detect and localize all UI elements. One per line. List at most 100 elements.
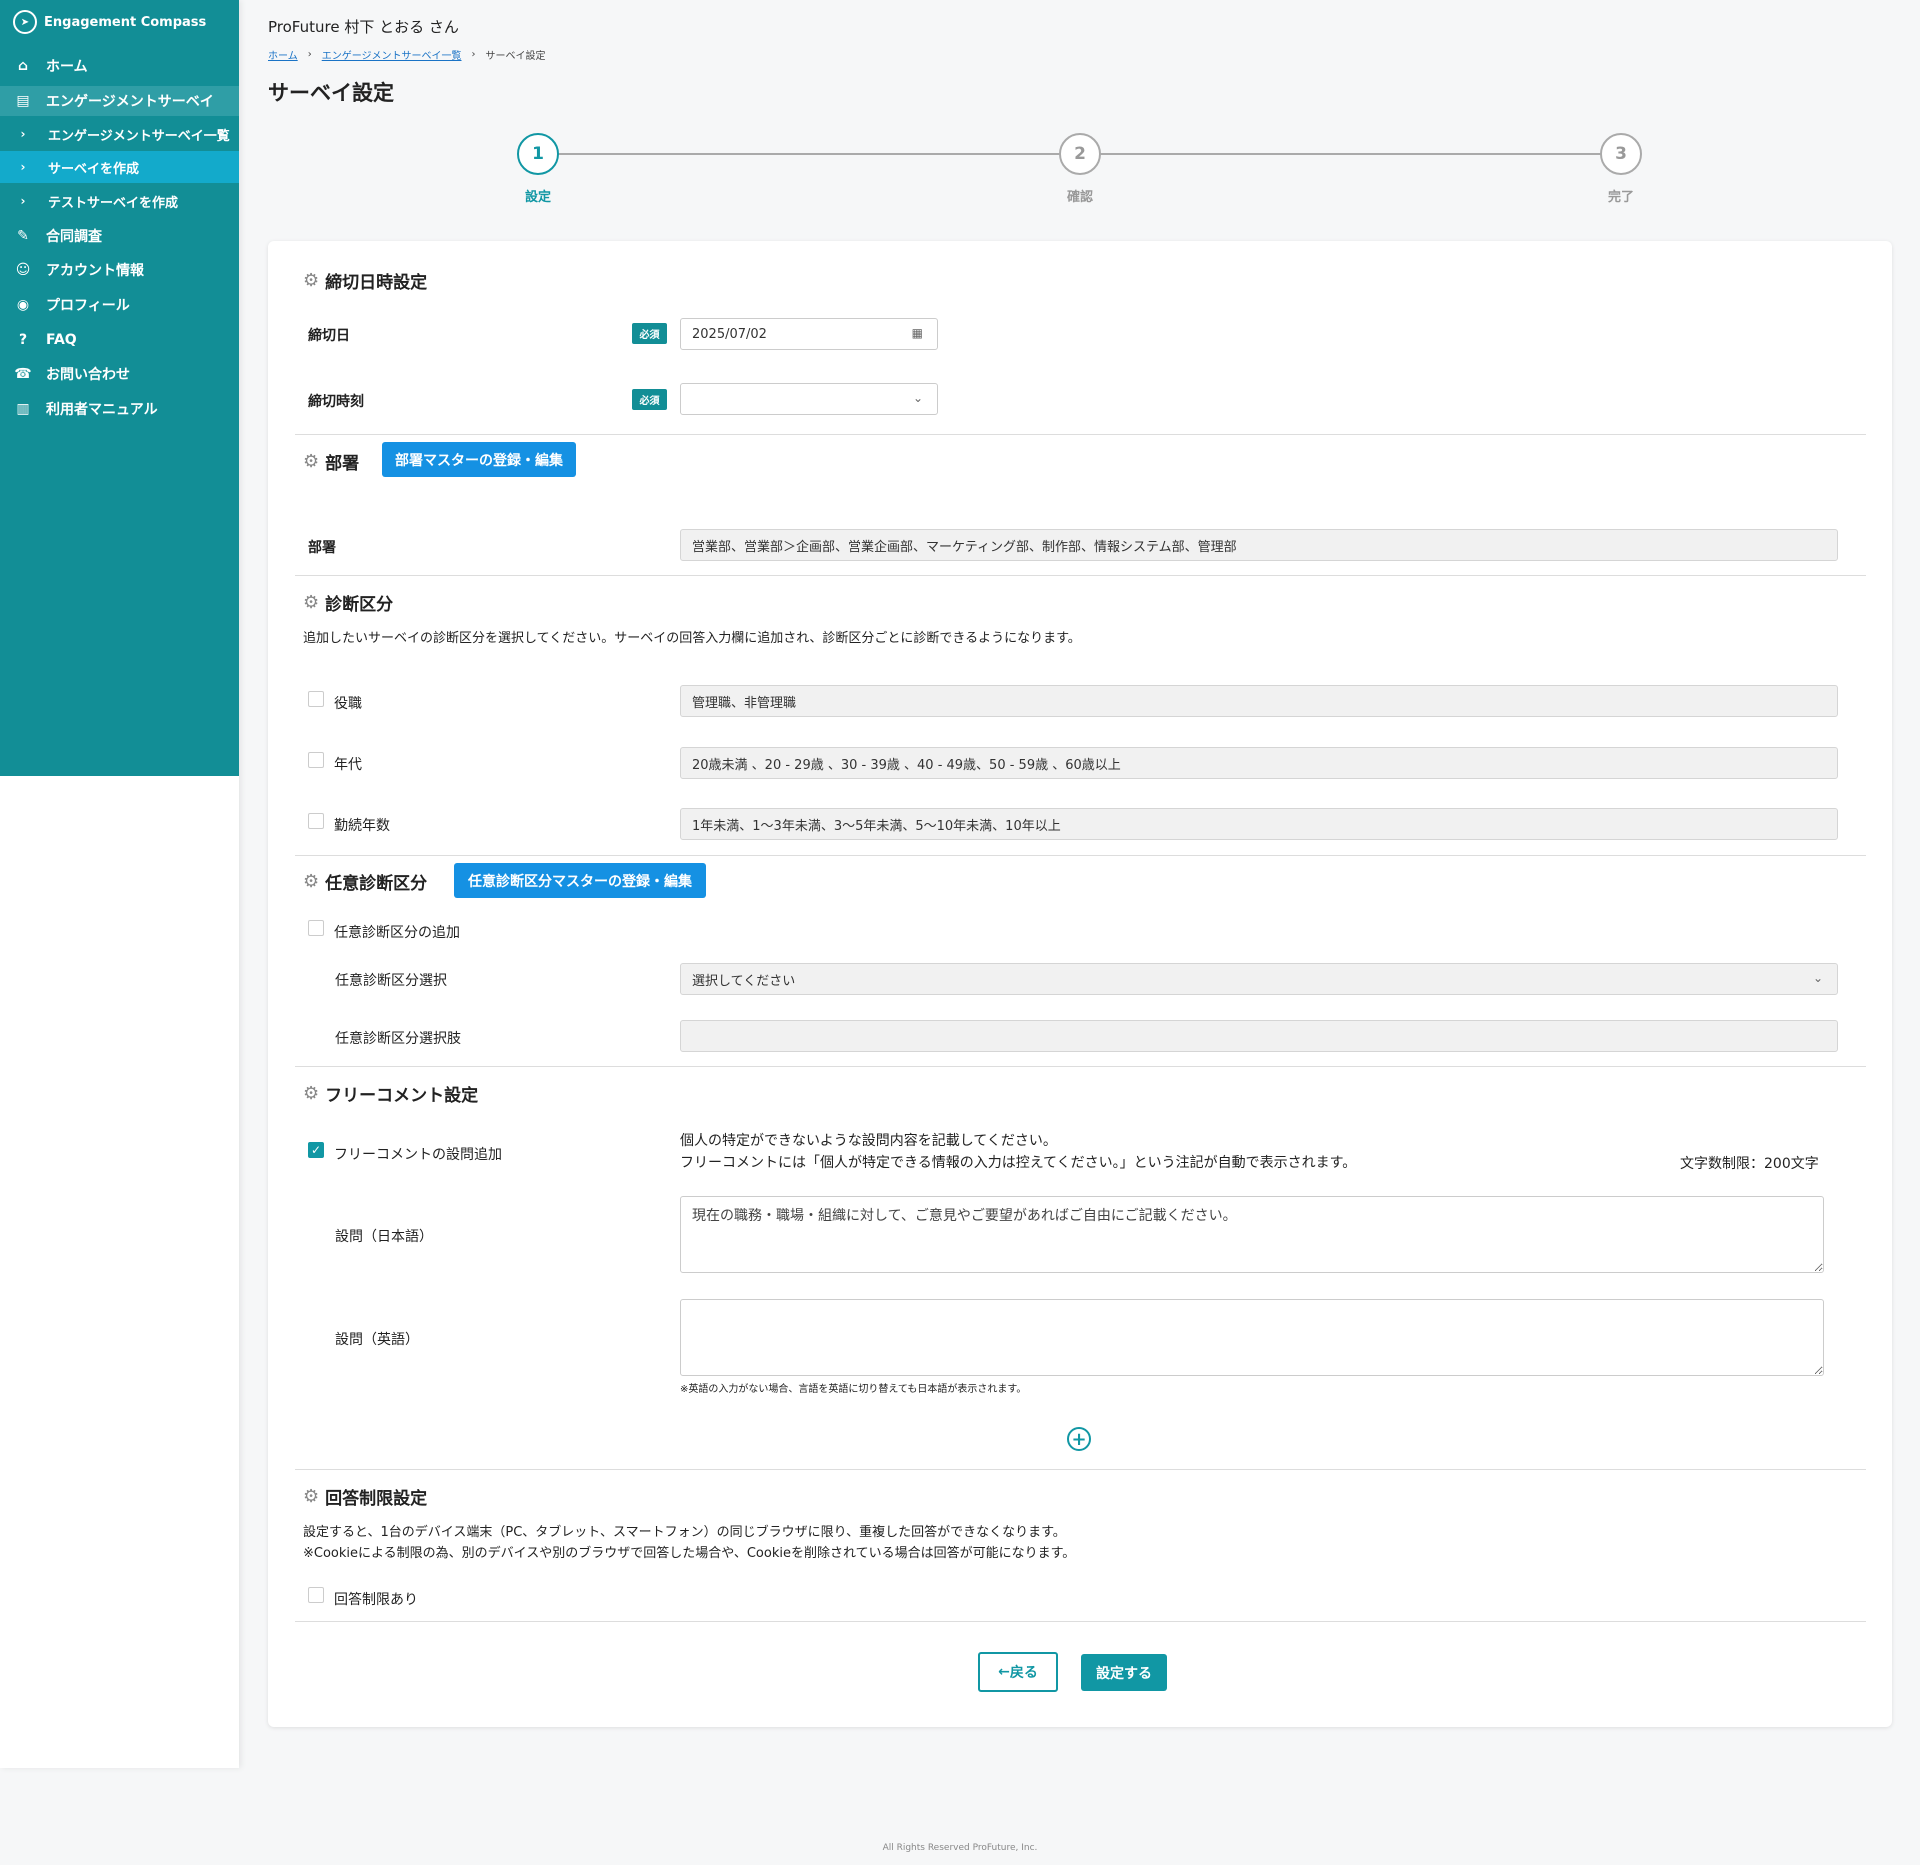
sidebar-item-home[interactable]: ⌂ ホーム [0,52,239,80]
department-master-button[interactable]: 部署マスターの登録・編集 [382,442,576,477]
step-3-circle: 3 [1600,133,1642,175]
user-greeting: ProFuture 村下 とおる さん [268,18,459,36]
gear-icon: ⚙ [303,871,320,892]
optional-options-field [680,1020,1838,1052]
sidebar-item-profile[interactable]: ◉ プロフィール [0,290,239,320]
deadline-date-value: 2025/07/02 [692,326,767,342]
sidebar-item-label: お問い合わせ [46,367,130,383]
free-comment-add-label: フリーコメントの設問追加 [334,1147,502,1163]
sidebar-item-create-survey[interactable]: › サーベイを作成 [0,151,239,183]
sidebar-item-label: サーベイを作成 [48,161,140,177]
chevron-right-icon: › [471,49,476,60]
age-field: 20歳未満 、20 - 29歳 、30 - 39歳 、40 - 49歳、50 -… [680,747,1838,779]
phone-icon: ☎ [14,366,32,382]
section-title-text: 診断区分 [325,595,394,615]
section-divider [295,434,1866,435]
section-divider [295,1469,1866,1470]
calendar-icon[interactable]: ▦ [912,326,923,340]
diagnosis-description: 追加したいサーベイの診断区分を選択してください。サーベイの回答入力欄に追加され、… [303,631,1081,646]
question-en-note: ※英語の入力がない場合、言語を英語に切り替えても日本語が表示されます。 [680,1384,1027,1395]
section-title-text: 任意診断区分 [325,874,428,894]
question-en-textarea[interactable] [680,1299,1824,1376]
diagnosis-section-title: ⚙ 診断区分 [303,590,393,615]
footer: All Rights Reserved ProFuture, Inc. [882,1843,1038,1853]
chevron-down-icon: ⌄ [1812,971,1823,985]
department-label: 部署 [308,540,336,556]
sidebar-item-manual[interactable]: ▥ 利用者マニュアル [0,394,239,424]
optional-add-label: 任意診断区分の追加 [334,925,460,941]
deadline-time-label: 締切時刻 [308,394,364,410]
breadcrumb-home-link[interactable]: ホーム [268,47,298,62]
sidebar-item-joint-survey[interactable]: ✎ 合同調査 [0,221,239,251]
optional-select[interactable]: 選択してください ⌄ [680,963,1838,995]
step-1-label: 設定 [524,190,551,205]
question-ja-textarea[interactable] [680,1196,1824,1273]
sidebar-item-label: エンゲージメントサーベイ [46,94,214,110]
section-divider [295,1066,1866,1067]
age-label: 年代 [334,757,362,773]
app-logo[interactable]: ➤ Engagement Compass [13,10,206,34]
deadline-section-title: ⚙ 締切日時設定 [303,268,427,293]
question-en-label: 設問（英語） [335,1332,419,1348]
help-icon: ? [18,332,28,348]
chevron-down-icon: ⌄ [912,391,923,405]
deadline-date-label: 締切日 [308,328,350,344]
manual-icon: ▥ [16,401,30,417]
back-button[interactable]: ← 戻る [978,1652,1058,1692]
optional-section-title: ⚙ 任意診断区分 [303,869,427,894]
gear-icon: ⚙ [303,1083,320,1104]
breadcrumb-current: サーベイ設定 [485,51,546,62]
sidebar-item-label: テストサーベイを作成 [48,195,179,211]
response-limit-desc-2: ※Cookieによる制限の為、別のデバイスや別のブラウザで回答した場合や、Coo… [303,1546,1076,1561]
sidebar-item-label: プロフィール [46,298,130,314]
stepper-line [1080,153,1620,155]
response-limit-checkbox[interactable] [308,1587,324,1603]
deadline-time-select[interactable]: ⌄ [680,383,938,415]
optional-select-label: 任意診断区分選択 [335,973,447,989]
free-comment-add-checkbox[interactable]: ✓ [308,1142,324,1158]
gear-icon: ⚙ [303,270,320,291]
step-3-label: 完了 [1607,190,1634,205]
chevron-right-icon: › [307,49,312,60]
section-title-text: 回答制限設定 [325,1489,428,1509]
sidebar-item-label: エンゲージメントサーベイ一覧 [48,128,230,144]
required-badge: 必須 [632,323,667,344]
step-2-circle: 2 [1059,133,1101,175]
sidebar-item-account[interactable]: ☺ アカウント情報 [0,255,239,285]
section-divider [295,855,1866,856]
document-icon: ✎ [17,228,29,244]
sidebar-item-contact[interactable]: ☎ お問い合わせ [0,359,239,389]
age-checkbox[interactable] [308,752,324,768]
breadcrumb-survey-list-link[interactable]: エンゲージメントサーベイ一覧 [322,47,462,62]
deadline-date-input[interactable]: 2025/07/02 ▦ [680,318,938,350]
sidebar-item-survey-list[interactable]: › エンゲージメントサーベイ一覧 [0,120,239,148]
sidebar-item-faq[interactable]: ? FAQ [0,325,239,355]
sidebar: ➤ Engagement Compass ⌂ ホーム ▤ エンゲージメントサーベ… [0,0,239,1768]
gear-icon: ⚙ [303,1486,320,1507]
question-ja-label: 設問（日本語） [335,1229,433,1245]
back-button-label: 戻る [1009,1665,1038,1681]
tenure-field: 1年未満、1〜3年未満、3〜5年未満、5〜10年未満、10年以上 [680,808,1838,840]
optional-master-button[interactable]: 任意診断区分マスターの登録・編集 [454,863,706,898]
step-1-circle: 1 [517,133,559,175]
sidebar-item-label: 利用者マニュアル [46,402,158,418]
save-button[interactable]: 設定する [1081,1654,1167,1691]
sidebar-item-create-test-survey[interactable]: › テストサーベイを作成 [0,186,239,216]
profile-icon: ◉ [16,297,30,313]
tenure-checkbox[interactable] [308,813,324,829]
response-limit-desc-1: 設定すると、1台のデバイス端末（PC、タブレット、スマートフォン）の同じブラウザ… [303,1525,1066,1540]
optional-add-checkbox[interactable] [308,920,324,936]
optional-options-label: 任意診断区分選択肢 [335,1031,461,1047]
survey-icon: ▤ [16,93,30,109]
char-limit: 文字数制限：200文字 [1680,1156,1819,1172]
chevron-right-icon: › [20,127,26,141]
progress-stepper: 1 2 3 設定 確認 完了 [268,130,1892,210]
gear-icon: ⚙ [303,592,320,613]
sidebar-item-engagement-survey[interactable]: ▤ エンゲージメントサーベイ [0,86,239,116]
step-2-label: 確認 [1066,190,1093,205]
position-checkbox[interactable] [308,691,324,707]
page-title: サーベイ設定 [268,81,394,105]
arrow-left-icon: ← [998,1664,1010,1680]
gear-icon: ⚙ [303,451,320,472]
add-question-icon[interactable]: + [1067,1427,1091,1451]
